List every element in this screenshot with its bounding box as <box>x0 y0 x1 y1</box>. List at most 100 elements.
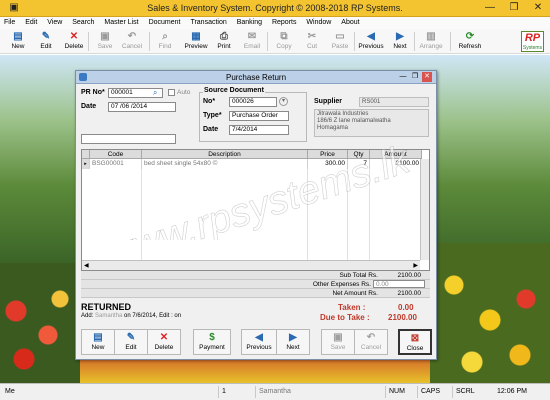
toolbar-refresh-button[interactable]: ⟳ Refresh <box>455 30 485 53</box>
toolbar-print-button[interactable]: ⎙ Print <box>209 30 239 53</box>
grid-header-price[interactable]: Price <box>308 150 348 159</box>
toolbar-separator <box>88 32 89 51</box>
menu-master-list[interactable]: Master List <box>100 17 142 26</box>
menu-banking[interactable]: Banking <box>233 17 266 26</box>
new-button[interactable]: ▤ New <box>81 329 115 355</box>
toolbar-separator <box>354 32 355 51</box>
previous-button[interactable]: ◀ Previous <box>241 329 277 355</box>
menu-file[interactable]: File <box>0 17 19 26</box>
notes-field[interactable] <box>81 134 176 144</box>
previous-icon: ◀ <box>367 31 375 42</box>
toolbar-separator <box>267 32 268 51</box>
toolbar-save-button[interactable]: ▣ Save <box>90 30 120 53</box>
menu-transaction[interactable]: Transaction <box>186 17 230 26</box>
row-amount[interactable]: 2100.00 <box>370 159 422 169</box>
toolbar-arrange-button[interactable]: ▥ Arrange <box>416 30 446 53</box>
menu-window[interactable]: Window <box>302 17 335 26</box>
toolbar-copy-button[interactable]: ⧉ Copy <box>269 30 299 53</box>
grid-header-qty[interactable]: Qty <box>348 150 370 159</box>
grid-column-line <box>90 169 142 260</box>
supplier-address-line-2: 186/6 Z lane malamalwatha <box>317 118 391 124</box>
delete-icon: ✕ <box>159 332 169 343</box>
taken-label: Taken : <box>338 303 366 312</box>
net-amount-label: Net Amount Rs. <box>332 290 378 297</box>
menu-edit[interactable]: Edit <box>21 17 41 26</box>
app-title: Sales & Inventory System. Copyright © 20… <box>147 3 403 13</box>
grid-header-code[interactable]: Code <box>90 150 142 159</box>
menu-view[interactable]: View <box>43 17 66 26</box>
close-button[interactable]: ⊠ Close <box>398 329 432 355</box>
grid-column-line <box>142 169 308 260</box>
cancel-button[interactable]: ↶ Cancel <box>354 329 388 355</box>
source-no-field[interactable]: 000026 <box>229 97 277 107</box>
pr-no-label: PR No* <box>81 89 105 96</box>
status-scrl: SCRL <box>452 386 478 398</box>
row-code[interactable]: BSG00001 <box>90 159 142 169</box>
payment-button[interactable]: $ Payment <box>193 329 231 355</box>
next-button[interactable]: ▶ Next <box>276 329 310 355</box>
row-selector-icon[interactable]: ▸ <box>82 159 90 169</box>
new-doc-icon: ▤ <box>93 332 103 343</box>
toolbar: ▤ New ✎ Edit ✕ Delete ▣ Save ↶ Cancel ⌕ Find ▦… <box>0 29 550 54</box>
supplier-label: Supplier <box>314 98 343 105</box>
toolbar-preview-button[interactable]: ▦ Preview <box>181 30 211 53</box>
toolbar-delete-button[interactable]: ✕ Delete <box>59 30 89 53</box>
toolbar-email-button[interactable]: ✉ Email <box>237 30 267 53</box>
source-document-title: Source Document <box>203 87 265 94</box>
row-price[interactable]: 300.00 <box>308 159 348 169</box>
menu-about[interactable]: About <box>337 17 363 26</box>
toolbar-previous-button[interactable]: ◀ Previous <box>356 30 386 53</box>
due-to-take-label: Due to Take : <box>320 313 370 322</box>
status-user: Me <box>5 388 15 395</box>
toolbar-cancel-button[interactable]: ↶ Cancel <box>117 30 147 53</box>
scroll-left-icon[interactable]: ◀ <box>84 262 89 269</box>
payment-icon: $ <box>209 332 215 343</box>
source-type-field[interactable]: Purchase Order <box>229 111 289 121</box>
menu-search[interactable]: Search <box>68 17 98 26</box>
grid-column-line <box>308 169 348 260</box>
toolbar-next-button[interactable]: ▶ Next <box>385 30 415 53</box>
dialog-restore-icon[interactable]: ❐ <box>410 72 420 82</box>
date-label: Date <box>81 103 97 110</box>
save-button[interactable]: ▣ Save <box>321 329 355 355</box>
scroll-right-icon[interactable]: ▶ <box>413 262 418 269</box>
source-date-field[interactable]: 7/4/2014 <box>229 125 289 135</box>
other-expenses-field[interactable]: 0.00 <box>373 280 425 288</box>
toolbar-paste-button[interactable]: ▭ Paste <box>325 30 355 53</box>
previous-icon: ◀ <box>255 332 263 343</box>
edit-icon: ✎ <box>41 31 51 42</box>
restore-icon[interactable]: ❐ <box>502 0 526 16</box>
search-icon[interactable]: ⌕ <box>153 88 157 98</box>
auto-checkbox[interactable] <box>168 89 175 96</box>
toolbar-separator <box>414 32 415 51</box>
close-icon[interactable]: ✕ <box>526 0 550 16</box>
toolbar-new-button[interactable]: ▤ New <box>3 30 33 53</box>
menu-document[interactable]: Document <box>145 17 185 26</box>
supplier-address-line-1: Jitrawala Industries <box>317 111 369 117</box>
minimize-icon[interactable]: — <box>478 0 502 16</box>
delete-button[interactable]: ✕ Delete <box>147 329 181 355</box>
row-qty[interactable]: 7 <box>348 159 370 169</box>
supplier-code-field: RS001 <box>359 97 429 107</box>
date-field[interactable]: 07 /06 /2014 <box>108 102 176 112</box>
due-to-take-value: 2100.00 <box>388 313 417 322</box>
save-icon: ▣ <box>333 332 343 343</box>
toolbar-edit-button[interactable]: ✎ Edit <box>31 30 61 53</box>
grid-horizontal-scrollbar[interactable]: ◀ ▶ <box>82 260 420 270</box>
dialog-minimize-icon[interactable]: — <box>398 72 408 82</box>
menu-reports[interactable]: Reports <box>268 17 301 26</box>
row-description[interactable]: bed sheet single 54x80 © <box>142 159 308 169</box>
dialog-close-icon[interactable]: ✕ <box>422 72 432 82</box>
print-icon: ⎙ <box>220 31 228 42</box>
grid-header-amount[interactable]: Amount <box>370 150 422 159</box>
close-door-icon: ⊠ <box>410 333 420 344</box>
toolbar-cut-button[interactable]: ✂ Cut <box>297 30 327 53</box>
grid-header-description[interactable]: Description <box>142 150 308 159</box>
edit-button[interactable]: ✎ Edit <box>114 329 148 355</box>
toolbar-find-button[interactable]: ⌕ Find <box>150 30 180 53</box>
save-icon: ▣ <box>100 31 110 42</box>
source-lookup-icon[interactable]: ▾ <box>279 97 288 106</box>
toolbar-separator <box>450 32 451 51</box>
grid-vertical-scrollbar[interactable] <box>420 159 429 260</box>
app-title-bar: ▣ Sales & Inventory System. Copyright © … <box>0 0 550 17</box>
